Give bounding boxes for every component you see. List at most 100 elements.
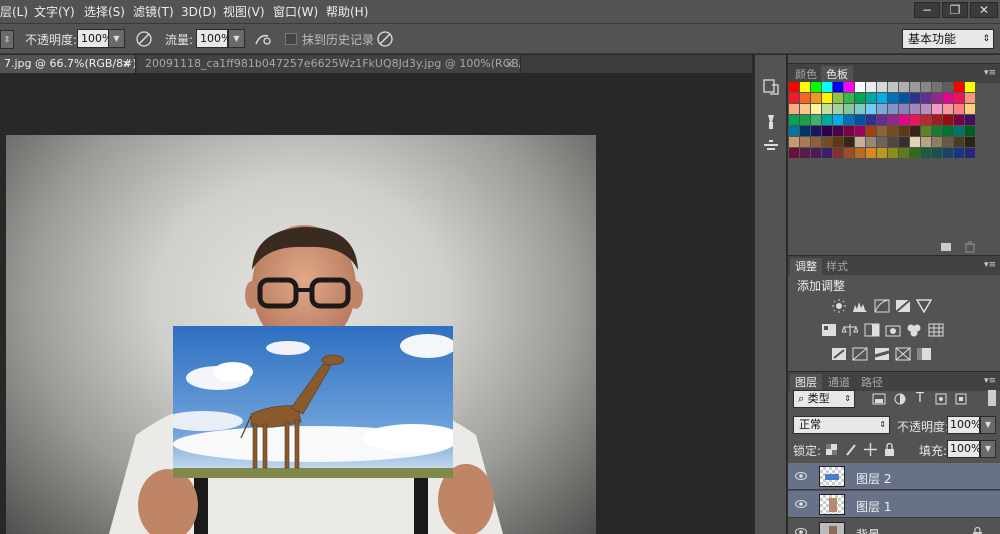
color-swatch[interactable]: [789, 115, 799, 125]
layer-row[interactable]: 图层 1: [788, 491, 1000, 518]
color-swatch[interactable]: [800, 148, 810, 158]
panel-menu-icon[interactable]: ▾≡: [984, 260, 996, 270]
curves-icon[interactable]: [874, 299, 890, 313]
blend-mode-select[interactable]: 正常 ⇕: [793, 416, 890, 434]
color-swatch[interactable]: [943, 126, 953, 136]
color-swatch[interactable]: [932, 104, 942, 114]
brightness-icon[interactable]: [831, 299, 847, 313]
color-swatch[interactable]: [932, 137, 942, 147]
color-swatch[interactable]: [844, 115, 854, 125]
color-swatch[interactable]: [910, 93, 920, 103]
trash-icon[interactable]: [964, 241, 976, 253]
color-swatch[interactable]: [855, 82, 865, 92]
close-icon[interactable]: ×: [505, 55, 514, 72]
color-swatch[interactable]: [855, 137, 865, 147]
vibrance-icon[interactable]: [916, 299, 932, 313]
color-swatch[interactable]: [932, 148, 942, 158]
close-window-button[interactable]: ✕: [970, 2, 998, 18]
color-swatch[interactable]: [954, 82, 964, 92]
history-checkbox[interactable]: [285, 33, 297, 45]
menu-view[interactable]: 视图(V): [223, 0, 265, 24]
color-swatch[interactable]: [910, 148, 920, 158]
color-swatch[interactable]: [932, 82, 942, 92]
menu-layer[interactable]: 层(L): [0, 0, 28, 24]
layer-name[interactable]: 图层 2: [856, 470, 891, 487]
tab-document-2[interactable]: 20091118_ca1ff981b047257e6625Wz1FkUQ8Jd3…: [137, 55, 521, 73]
layer-filter-select[interactable]: ⌕ 类型 ⇕: [793, 390, 855, 408]
color-swatch[interactable]: [899, 137, 909, 147]
flow-dropdown[interactable]: ▼: [228, 29, 245, 48]
menu-filter[interactable]: 滤镜(T): [133, 0, 174, 24]
pressure-size-icon[interactable]: [376, 30, 394, 48]
gradient-map-icon[interactable]: [895, 347, 911, 361]
color-swatch[interactable]: [921, 148, 931, 158]
fill-dropdown[interactable]: ▼: [980, 440, 996, 458]
color-swatch[interactable]: [943, 93, 953, 103]
workspace-select[interactable]: 基本功能 ⇕: [902, 29, 994, 49]
minimize-button[interactable]: −: [914, 2, 940, 18]
color-swatch[interactable]: [822, 126, 832, 136]
color-swatch[interactable]: [866, 148, 876, 158]
restore-button[interactable]: ❐: [942, 2, 968, 18]
layer-row[interactable]: 图层 2: [788, 463, 1000, 490]
color-swatch[interactable]: [855, 104, 865, 114]
color-swatch[interactable]: [899, 82, 909, 92]
color-swatch[interactable]: [844, 104, 854, 114]
color-swatch[interactable]: [877, 104, 887, 114]
filter-smart-object-icon[interactable]: [955, 393, 967, 405]
clone-source-icon[interactable]: [761, 137, 781, 157]
color-swatch[interactable]: [888, 93, 898, 103]
color-swatch[interactable]: [877, 115, 887, 125]
canvas-area[interactable]: [0, 73, 752, 534]
panel-menu-icon[interactable]: ▾≡: [984, 68, 996, 78]
color-swatch[interactable]: [965, 115, 975, 125]
color-swatch[interactable]: [822, 148, 832, 158]
color-swatch[interactable]: [866, 82, 876, 92]
color-swatch[interactable]: [844, 126, 854, 136]
color-swatch[interactable]: [965, 148, 975, 158]
lock-pixels-icon[interactable]: [845, 443, 858, 456]
menu-help[interactable]: 帮助(H): [326, 0, 368, 24]
color-swatch[interactable]: [899, 126, 909, 136]
opacity-field[interactable]: 100%: [77, 29, 112, 48]
color-swatch[interactable]: [943, 115, 953, 125]
layer-name[interactable]: 图层 1: [856, 498, 891, 515]
color-swatch[interactable]: [800, 115, 810, 125]
color-swatch[interactable]: [822, 82, 832, 92]
color-swatch[interactable]: [954, 148, 964, 158]
color-swatch[interactable]: [855, 93, 865, 103]
color-swatch[interactable]: [800, 104, 810, 114]
color-swatch[interactable]: [921, 115, 931, 125]
color-swatch[interactable]: [789, 126, 799, 136]
color-swatch[interactable]: [943, 148, 953, 158]
tab-paths[interactable]: 路径: [856, 374, 888, 392]
color-swatch[interactable]: [899, 115, 909, 125]
new-swatch-icon[interactable]: [940, 242, 952, 252]
color-swatch[interactable]: [954, 93, 964, 103]
color-swatch[interactable]: [954, 137, 964, 147]
color-balance-icon[interactable]: [842, 323, 858, 337]
color-swatch[interactable]: [965, 82, 975, 92]
layer-opacity-dropdown[interactable]: ▼: [980, 416, 996, 434]
levels-icon[interactable]: [852, 299, 868, 313]
color-swatch[interactable]: [954, 104, 964, 114]
color-swatch[interactable]: [921, 93, 931, 103]
layer-row[interactable]: 背景: [788, 519, 1000, 534]
threshold-icon[interactable]: [874, 347, 890, 361]
menu-3d[interactable]: 3D(D): [181, 0, 216, 24]
color-swatch[interactable]: [811, 148, 821, 158]
filter-adjustment-icon[interactable]: [894, 393, 906, 405]
fill-field[interactable]: 100%: [947, 440, 981, 458]
color-swatch[interactable]: [811, 82, 821, 92]
color-swatch[interactable]: [844, 93, 854, 103]
filter-pixel-icon[interactable]: [872, 393, 886, 405]
eye-icon[interactable]: [795, 471, 807, 481]
color-swatch[interactable]: [888, 115, 898, 125]
color-swatch[interactable]: [866, 126, 876, 136]
filter-toggle[interactable]: [988, 390, 996, 406]
color-swatch[interactable]: [921, 137, 931, 147]
color-swatch[interactable]: [932, 93, 942, 103]
color-swatch[interactable]: [789, 82, 799, 92]
pressure-opacity-icon[interactable]: [135, 30, 153, 48]
color-swatch[interactable]: [833, 93, 843, 103]
